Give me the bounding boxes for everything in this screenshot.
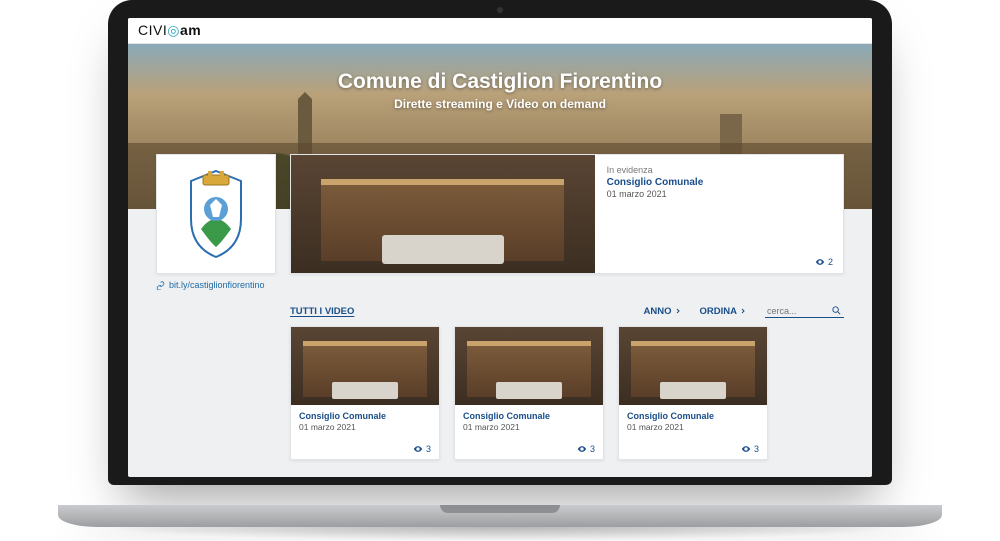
video-thumbnail <box>619 327 767 405</box>
filter-year-label: ANNO <box>644 306 672 317</box>
featured-thumbnail <box>291 155 595 273</box>
featured-title: Consiglio Comunale <box>607 177 831 188</box>
search-input[interactable] <box>767 306 827 316</box>
main-content: bit.ly/castiglionfiorentino In evidenza … <box>128 154 872 470</box>
video-title: Consiglio Comunale <box>463 411 595 421</box>
video-date: 01 marzo 2021 <box>463 422 595 432</box>
short-url-link[interactable]: bit.ly/castiglionfiorentino <box>156 280 276 290</box>
video-card[interactable]: Consiglio Comunale 01 marzo 2021 3 <box>454 326 604 460</box>
chevron-right-icon <box>674 307 682 315</box>
laptop-mockup: CIVI◎am Comune di Castiglion Fiorentino … <box>108 0 892 505</box>
screen: CIVI◎am Comune di Castiglion Fiorentino … <box>128 18 872 477</box>
featured-date: 01 marzo 2021 <box>607 189 831 199</box>
featured-info: In evidenza Consiglio Comunale 01 marzo … <box>595 155 843 273</box>
featured-tag: In evidenza <box>607 165 831 175</box>
video-views: 3 <box>577 444 595 454</box>
video-views: 3 <box>741 444 759 454</box>
brand-part1: CIVI <box>138 22 167 38</box>
brand-o-icon: ◎ <box>167 22 180 38</box>
filter-year[interactable]: ANNO <box>644 306 682 317</box>
video-views-count: 3 <box>426 444 431 454</box>
eye-icon <box>815 257 825 267</box>
video-views-count: 3 <box>590 444 595 454</box>
search-box[interactable] <box>765 304 844 318</box>
video-thumbnail <box>291 327 439 405</box>
video-thumbnail <box>455 327 603 405</box>
top-bar: CIVI◎am <box>128 18 872 44</box>
link-icon <box>156 281 165 290</box>
brand-logo[interactable]: CIVI◎am <box>138 22 201 39</box>
short-url-text: bit.ly/castiglionfiorentino <box>169 280 265 290</box>
chevron-right-icon <box>739 307 747 315</box>
municipal-crest-card <box>156 154 276 274</box>
tab-all-videos[interactable]: TUTTI I VIDEO <box>290 306 354 317</box>
video-views-count: 3 <box>754 444 759 454</box>
featured-video-card[interactable]: In evidenza Consiglio Comunale 01 marzo … <box>290 154 844 274</box>
video-views: 3 <box>413 444 431 454</box>
laptop-base <box>58 505 942 527</box>
webcam-dot <box>497 7 503 13</box>
video-grid: Consiglio Comunale 01 marzo 2021 3 Consi… <box>290 326 844 460</box>
filter-sort[interactable]: ORDINA <box>700 306 747 317</box>
filter-sort-label: ORDINA <box>700 306 737 317</box>
featured-views: 2 <box>815 257 833 267</box>
video-card[interactable]: Consiglio Comunale 01 marzo 2021 3 <box>618 326 768 460</box>
featured-views-count: 2 <box>828 257 833 267</box>
video-title: Consiglio Comunale <box>627 411 759 421</box>
video-title: Consiglio Comunale <box>299 411 431 421</box>
screen-bezel: CIVI◎am Comune di Castiglion Fiorentino … <box>108 0 892 485</box>
search-icon <box>831 305 842 316</box>
brand-part2: am <box>180 22 201 38</box>
page-title: Comune di Castiglion Fiorentino <box>338 70 662 94</box>
video-date: 01 marzo 2021 <box>299 422 431 432</box>
video-card[interactable]: Consiglio Comunale 01 marzo 2021 3 <box>290 326 440 460</box>
page-subtitle: Dirette streaming e Video on demand <box>394 97 606 111</box>
eye-icon <box>413 444 423 454</box>
eye-icon <box>577 444 587 454</box>
filter-bar: TUTTI I VIDEO ANNO ORDINA <box>290 304 844 318</box>
crest-icon <box>181 169 251 259</box>
eye-icon <box>741 444 751 454</box>
video-date: 01 marzo 2021 <box>627 422 759 432</box>
